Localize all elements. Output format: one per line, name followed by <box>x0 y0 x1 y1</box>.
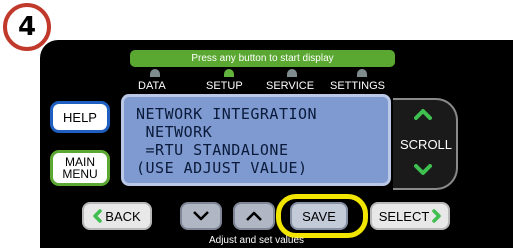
lcd-line: =RTU STANDALONE <box>136 141 289 159</box>
start-display-banner: Press any button to start display <box>130 50 395 67</box>
tab-settings: SETTINGS <box>330 80 386 92</box>
increment-button[interactable] <box>233 202 275 230</box>
select-button-label: SELECT <box>378 208 430 224</box>
main-menu-button[interactable]: MAIN MENU <box>50 150 110 186</box>
chevron-down-icon <box>191 209 211 223</box>
tab-setup: SETUP <box>206 80 243 92</box>
back-button[interactable]: BACK <box>82 202 152 230</box>
step-number-badge: 4 <box>3 3 51 51</box>
chevron-left-icon <box>93 209 103 223</box>
chevron-up-icon[interactable] <box>412 107 434 121</box>
select-button[interactable]: SELECT <box>370 202 450 230</box>
decrement-button[interactable] <box>180 202 222 230</box>
chevron-up-icon <box>244 209 264 223</box>
caption-adjust-values: Adjust and set values <box>208 235 305 246</box>
help-button[interactable]: HELP <box>50 101 110 133</box>
lcd-display: NETWORK INTEGRATION NETWORK =RTU STANDAL… <box>121 94 391 186</box>
main-menu-label-line2: MENU <box>62 167 98 181</box>
save-highlight-ring <box>276 194 368 238</box>
help-button-label: HELP <box>63 109 97 125</box>
tab-indicator-data <box>150 69 160 77</box>
lcd-line: NETWORK INTEGRATION <box>136 105 318 123</box>
tab-indicator-setup <box>224 69 234 77</box>
tab-indicator-service <box>287 69 297 77</box>
tab-service: SERVICE <box>266 80 315 92</box>
scroll-label: SCROLL <box>400 137 453 152</box>
chevron-down-icon[interactable] <box>412 163 434 177</box>
lcd-line: (USE ADJUST VALUE) <box>136 159 308 177</box>
lcd-line: NETWORK <box>136 123 213 141</box>
tab-indicator-settings <box>357 69 367 77</box>
back-button-label: BACK <box>105 208 141 224</box>
chevron-right-icon <box>432 209 442 223</box>
tab-data: DATA <box>138 80 166 92</box>
